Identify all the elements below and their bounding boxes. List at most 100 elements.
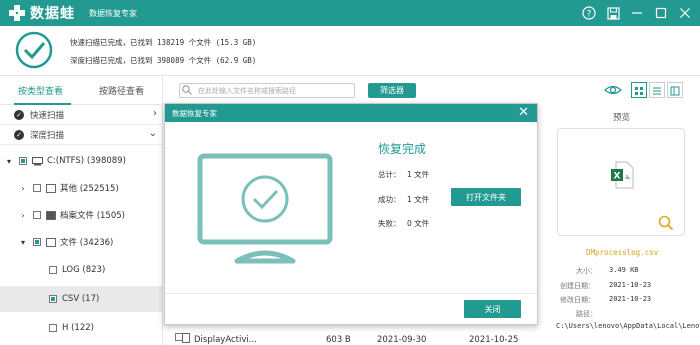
scan-summary: 快速扫描已完成，已找到 138219 个文件 (15.3 GB) 深度扫描已完成… bbox=[0, 26, 700, 74]
size-label: 大小： bbox=[576, 267, 597, 275]
app-window: 数据蛙 数据恢复专家 ? 快速扫描已完成，已找到 138219 个文件 (15.… bbox=[0, 0, 700, 345]
recovery-complete-dialog: 数据恢复专家 ✕ 恢复完成 总计： 1 文件 成功： 1 文件 打开文件夹 失败… bbox=[164, 103, 538, 325]
checkbox[interactable] bbox=[49, 295, 57, 303]
tree-item-drive-c[interactable]: ▾ C:(NTFS) (398089) bbox=[0, 148, 162, 174]
checkbox[interactable] bbox=[49, 324, 57, 332]
created-label: 创建日期： bbox=[560, 282, 595, 290]
app-subtitle: 数据恢复专家 bbox=[89, 8, 137, 18]
modified-label: 修改日期： bbox=[560, 296, 595, 304]
deep-scan-label: 深度扫描 bbox=[30, 130, 65, 141]
eye-icon[interactable] bbox=[604, 83, 622, 97]
svg-text:?: ? bbox=[587, 10, 592, 20]
logo-icon bbox=[9, 5, 25, 21]
archive-icon bbox=[46, 210, 56, 220]
tree-item-log[interactable]: LOG (823) bbox=[0, 257, 162, 283]
tab-by-path[interactable]: 按路径查看 bbox=[81, 77, 162, 104]
tree-item-label: H (122) bbox=[62, 323, 94, 333]
preview-box: X a, bbox=[557, 128, 685, 236]
save-icon[interactable] bbox=[604, 4, 622, 22]
view-tabs: 按类型查看 按路径查看 bbox=[0, 77, 162, 105]
fail-label: 失败： bbox=[378, 219, 401, 228]
tree-item-other[interactable]: › 其他 (252515) bbox=[0, 175, 162, 201]
tree-item-label: C:(NTFS) (398089) bbox=[47, 156, 126, 166]
tree-item-csv[interactable]: CSV (17) bbox=[0, 286, 162, 312]
checkbox[interactable] bbox=[33, 238, 41, 246]
drive-icon bbox=[32, 156, 43, 165]
scan-complete-icon bbox=[15, 31, 53, 69]
tree-item-label: 其他 (252515) bbox=[60, 184, 119, 194]
chevron-down-icon: ⌄ bbox=[148, 128, 157, 139]
chevron-right-icon: › bbox=[21, 210, 25, 220]
svg-text:X: X bbox=[614, 172, 621, 182]
excel-file-icon: X a, bbox=[611, 161, 634, 189]
check-icon: ✓ bbox=[14, 109, 24, 120]
open-folder-button[interactable]: 打开文件夹 bbox=[451, 188, 521, 206]
tab-by-type[interactable]: 按类型查看 bbox=[0, 77, 81, 105]
file-icon bbox=[182, 333, 190, 343]
chevron-down-icon: ▾ bbox=[6, 156, 11, 166]
close-button[interactable]: 关闭 bbox=[464, 300, 521, 318]
document-icon bbox=[46, 237, 56, 247]
tree-item-archive[interactable]: › 档案文件 (1505) bbox=[0, 202, 162, 228]
checkbox[interactable] bbox=[33, 184, 41, 192]
tree-item-label: LOG (823) bbox=[62, 265, 106, 275]
minimize-icon[interactable] bbox=[628, 4, 646, 22]
quick-scan-label: 快速扫描 bbox=[30, 110, 65, 121]
tree-item-label: 文件 (34236) bbox=[60, 238, 114, 248]
app-name: 数据蛙 bbox=[30, 6, 75, 22]
title-bar: 数据蛙 数据恢复专家 ? bbox=[0, 0, 700, 26]
total-label: 总计： bbox=[378, 170, 401, 179]
path-label: 路径： bbox=[576, 310, 597, 318]
tree-item-label: CSV (17) bbox=[62, 294, 100, 304]
file-name: DisplayActivi... bbox=[194, 335, 257, 345]
checkbox[interactable] bbox=[49, 266, 57, 274]
sidebar: 按类型查看 按路径查看 ✓ 快速扫描 › ✓ 深度扫描 ⌄ ▾ C:(NTFS)… bbox=[0, 77, 163, 345]
path-value: C:\Users\lenovo\AppData\Local\Lenovo\ImC… bbox=[556, 322, 700, 330]
tree-item-documents[interactable]: ▾ 文件 (34236) bbox=[0, 229, 162, 255]
zoom-icon[interactable] bbox=[658, 215, 674, 231]
success-value: 1 文件 bbox=[407, 195, 430, 204]
file-created: 2021-09-30 bbox=[377, 335, 427, 345]
close-icon[interactable]: ✕ bbox=[518, 106, 529, 120]
modified-value: 2021-10-23 bbox=[609, 295, 652, 303]
table-row[interactable]: DisplayActivi... 603 B 2021-09-30 2021-1… bbox=[164, 331, 536, 345]
chevron-right-icon: › bbox=[21, 183, 25, 193]
size-value: 3.49 KB bbox=[609, 266, 639, 274]
quick-scan-item[interactable]: ✓ 快速扫描 › bbox=[0, 105, 162, 125]
search-input[interactable]: 在此处输入文件名称或搜索路径 bbox=[179, 83, 355, 98]
checkbox[interactable] bbox=[19, 157, 27, 165]
divider bbox=[165, 293, 537, 294]
search-placeholder: 在此处输入文件名称或搜索路径 bbox=[198, 86, 296, 95]
file-modified: 2021-10-25 bbox=[469, 335, 519, 345]
fail-value: 0 文件 bbox=[407, 219, 430, 228]
folder-icon bbox=[46, 183, 56, 193]
grid-view-icon[interactable] bbox=[631, 82, 647, 98]
deep-scan-result: 深度扫描已完成，已找到 398089 个文件 (62.9 GB) bbox=[70, 56, 257, 65]
monitor-check-icon bbox=[197, 153, 333, 264]
checkbox[interactable] bbox=[33, 211, 41, 219]
dialog-header: 数据恢复专家 ✕ bbox=[165, 104, 537, 122]
deep-scan-item[interactable]: ✓ 深度扫描 ⌄ bbox=[0, 125, 162, 145]
created-value: 2021-10-23 bbox=[609, 281, 652, 289]
app-logo: 数据蛙 bbox=[8, 0, 75, 26]
tree-item-h[interactable]: H (122) bbox=[0, 315, 162, 341]
svg-text:a,: a, bbox=[625, 174, 631, 181]
success-label: 成功： bbox=[378, 195, 401, 204]
help-icon[interactable]: ? bbox=[580, 4, 598, 22]
total-value: 1 文件 bbox=[407, 170, 430, 179]
close-window-icon[interactable] bbox=[676, 4, 694, 22]
maximize-icon[interactable] bbox=[652, 4, 670, 22]
chevron-right-icon: › bbox=[153, 108, 157, 119]
file-size: 603 B bbox=[326, 335, 351, 345]
list-view-icon[interactable] bbox=[649, 82, 665, 98]
divider bbox=[0, 75, 700, 76]
dialog-title: 数据恢复专家 bbox=[172, 108, 217, 118]
filter-button[interactable]: 筛选器 bbox=[368, 83, 416, 98]
check-icon: ✓ bbox=[14, 129, 24, 140]
preview-file-name: DMprocesslog.csv bbox=[586, 248, 659, 257]
detail-view-icon[interactable] bbox=[667, 82, 683, 98]
dialog-heading: 恢复完成 bbox=[378, 142, 427, 156]
preview-title: 预览 bbox=[613, 113, 631, 123]
quick-scan-result: 快速扫描已完成，已找到 138219 个文件 (15.3 GB) bbox=[70, 38, 257, 47]
chevron-down-icon: ▾ bbox=[20, 237, 25, 247]
